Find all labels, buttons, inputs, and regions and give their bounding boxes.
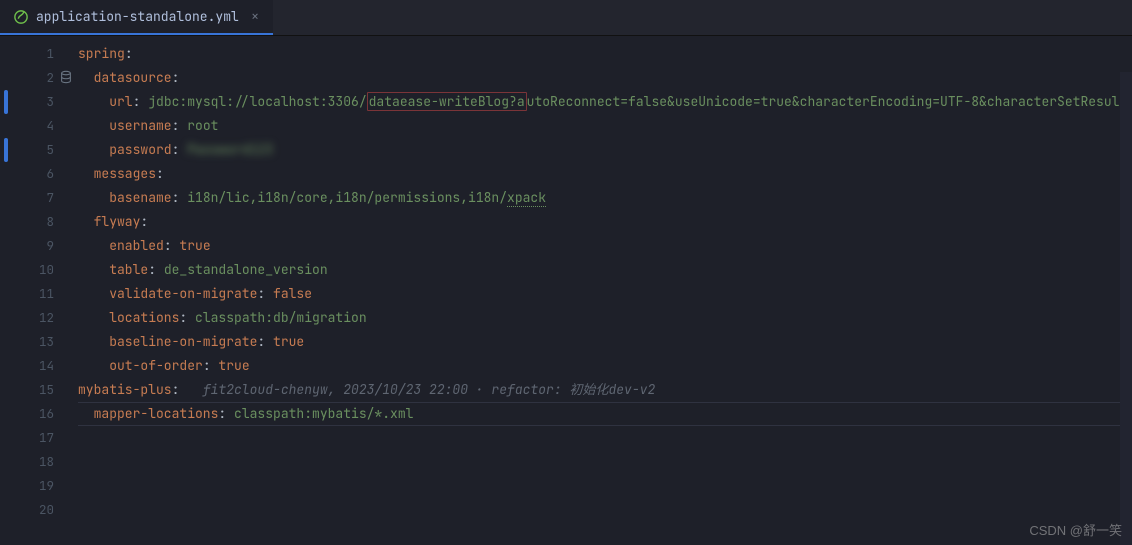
line-number: 13 xyxy=(12,330,54,354)
line-number: 9 xyxy=(12,234,54,258)
code-line[interactable]: messages: xyxy=(78,162,1132,186)
code-line[interactable]: url: jdbc:mysql://localhost:3306/dataeas… xyxy=(78,90,1132,114)
gutter-icons xyxy=(54,36,78,545)
line-number: 18 xyxy=(12,450,54,474)
code-line[interactable]: table: de_standalone_version xyxy=(78,258,1132,282)
line-number: 5 xyxy=(12,138,54,162)
editor-root: application-standalone.yml × 12345678910… xyxy=(0,0,1132,545)
tab-bar: application-standalone.yml × xyxy=(0,0,1132,36)
code-line[interactable]: basename: i18n/lic,i18n/core,i18n/permis… xyxy=(78,186,1132,210)
line-number: 14 xyxy=(12,354,54,378)
line-number: 17 xyxy=(12,426,54,450)
code-line[interactable]: mapper-locations: classpath:mybatis/*.xm… xyxy=(78,402,1132,426)
code-line[interactable]: baseline-on-migrate: true xyxy=(78,330,1132,354)
editor-body: 1234567891011121314151617181920 spring: … xyxy=(0,36,1132,545)
line-number: 3 xyxy=(12,90,54,114)
code-line[interactable]: out-of-order: true xyxy=(78,354,1132,378)
line-number: 12 xyxy=(12,306,54,330)
code-line[interactable]: username: root xyxy=(78,114,1132,138)
line-number: 7 xyxy=(12,186,54,210)
tab-filename: application-standalone.yml xyxy=(36,8,239,25)
vertical-scrollbar[interactable] xyxy=(1120,72,1132,545)
line-number: 6 xyxy=(12,162,54,186)
line-number: 8 xyxy=(12,210,54,234)
code-line[interactable]: password: Password123 xyxy=(78,138,1132,162)
code-line[interactable]: flyway: xyxy=(78,210,1132,234)
line-number-gutter: 1234567891011121314151617181920 xyxy=(12,36,54,545)
line-number: 4 xyxy=(12,114,54,138)
code-line[interactable]: locations: classpath:db/migration xyxy=(78,306,1132,330)
line-number: 1 xyxy=(12,42,54,66)
tab-active[interactable]: application-standalone.yml × xyxy=(0,0,273,35)
line-number: 10 xyxy=(12,258,54,282)
code-line[interactable]: enabled: true xyxy=(78,234,1132,258)
line-number: 19 xyxy=(12,474,54,498)
code-line[interactable]: spring: xyxy=(78,42,1132,66)
line-number: 20 xyxy=(12,498,54,522)
line-number: 15 xyxy=(12,378,54,402)
code-area[interactable]: spring: datasource: url: jdbc:mysql://lo… xyxy=(78,36,1132,545)
code-line[interactable]: validate-on-migrate: false xyxy=(78,282,1132,306)
vcs-margin xyxy=(0,36,12,545)
code-line[interactable]: mybatis-plus: fit2cloud-chenyw, 2023/10/… xyxy=(78,378,1132,402)
vcs-change-mark[interactable] xyxy=(4,90,8,114)
code-line[interactable]: datasource: xyxy=(78,66,1132,90)
line-number: 2 xyxy=(12,66,54,90)
datasource-icon[interactable] xyxy=(54,66,78,90)
line-number: 11 xyxy=(12,282,54,306)
spring-file-icon xyxy=(14,10,28,24)
line-number: 16 xyxy=(12,402,54,426)
vcs-change-mark[interactable] xyxy=(4,138,8,162)
watermark: CSDN @舒一笑 xyxy=(1029,520,1122,539)
close-icon[interactable]: × xyxy=(251,8,259,26)
